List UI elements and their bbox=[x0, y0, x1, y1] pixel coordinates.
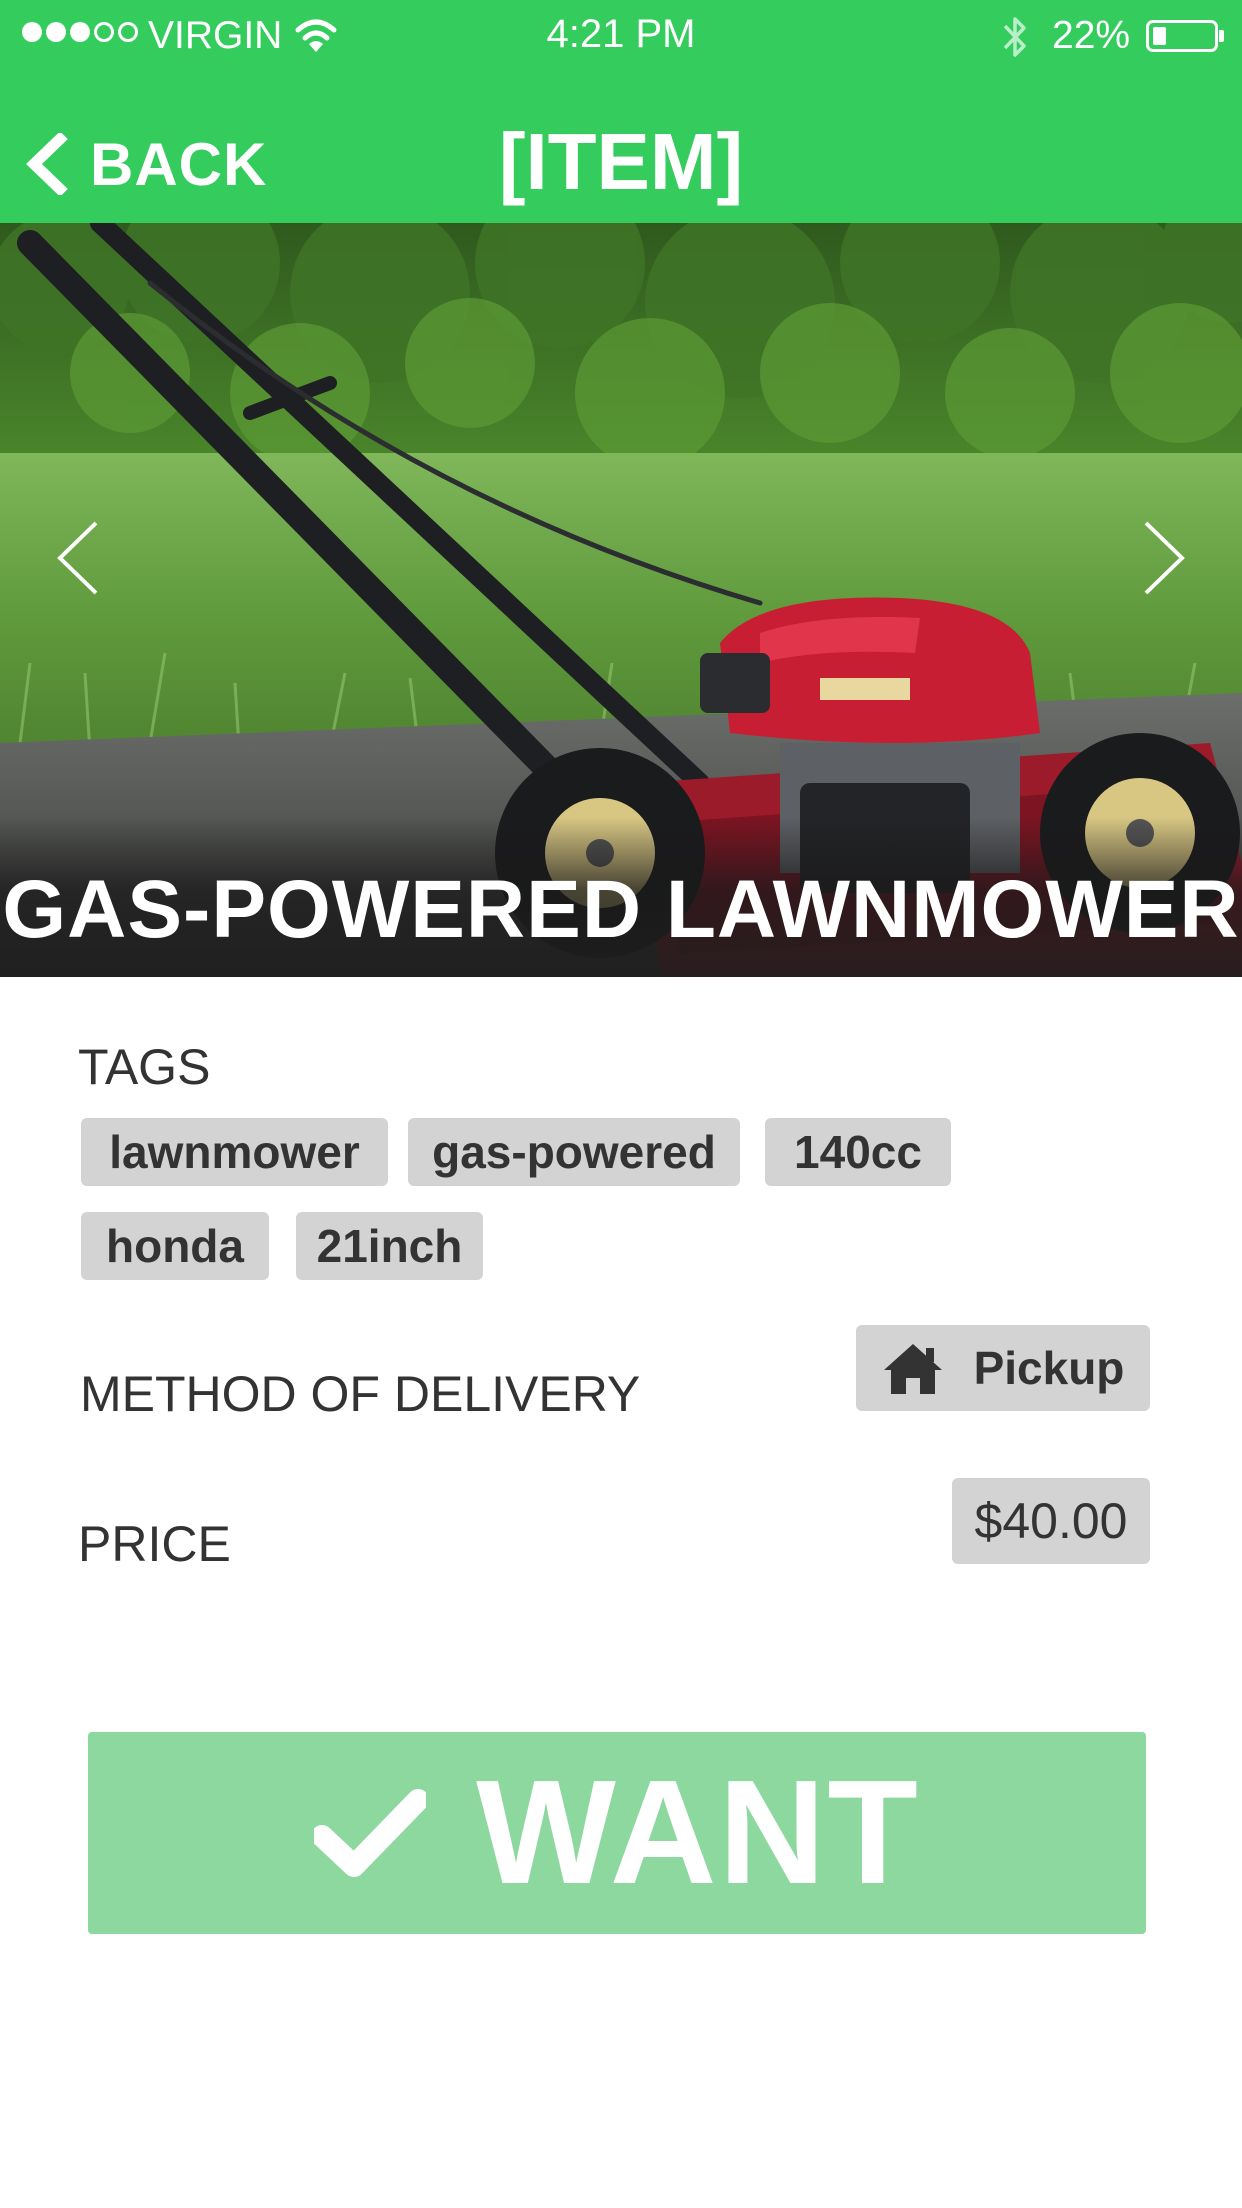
price-label: PRICE bbox=[78, 1516, 231, 1572]
bluetooth-icon bbox=[1003, 17, 1026, 57]
checkmark-icon bbox=[314, 1789, 427, 1877]
delivery-method-button[interactable]: Pickup bbox=[856, 1325, 1150, 1411]
tag-chip[interactable]: 21inch bbox=[296, 1212, 483, 1280]
item-photo-carousel[interactable]: GAS-POWERED LAWNMOWER bbox=[0, 223, 1242, 977]
price-value: $40.00 bbox=[974, 1493, 1128, 1549]
battery-level bbox=[1153, 27, 1166, 45]
tag-chip[interactable]: honda bbox=[81, 1212, 269, 1280]
delivery-label: METHOD OF DELIVERY bbox=[80, 1366, 641, 1422]
item-name: GAS-POWERED LAWNMOWER bbox=[2, 864, 1240, 955]
carousel-next-icon[interactable] bbox=[1134, 513, 1194, 603]
want-label: WANT bbox=[476, 1750, 920, 1915]
item-detail-screen: VIRGIN 4:21 PM 22% BACK [ITEM] GAS-POWER… bbox=[0, 0, 1242, 2208]
status-bar: VIRGIN 4:21 PM 22% bbox=[0, 0, 1242, 72]
tag-chip[interactable]: 140cc bbox=[765, 1118, 951, 1186]
navigation-bar: BACK [ITEM] bbox=[0, 100, 1242, 220]
header-bar: VIRGIN 4:21 PM 22% BACK [ITEM] bbox=[0, 0, 1242, 223]
want-button[interactable]: WANT bbox=[88, 1732, 1146, 1934]
battery-icon bbox=[1146, 20, 1224, 52]
delivery-value: Pickup bbox=[973, 1342, 1125, 1394]
tag-chip[interactable]: gas-powered bbox=[408, 1118, 740, 1186]
page-title: [ITEM] bbox=[498, 117, 744, 206]
battery-percent: 22% bbox=[1052, 14, 1131, 57]
carousel-prev-icon[interactable] bbox=[48, 513, 108, 603]
price-badge: $40.00 bbox=[952, 1478, 1150, 1564]
tags-label: TAGS bbox=[78, 1039, 211, 1095]
home-icon bbox=[883, 1344, 942, 1394]
tag-chip[interactable]: lawnmower bbox=[81, 1118, 388, 1186]
battery-nub bbox=[1219, 30, 1224, 42]
